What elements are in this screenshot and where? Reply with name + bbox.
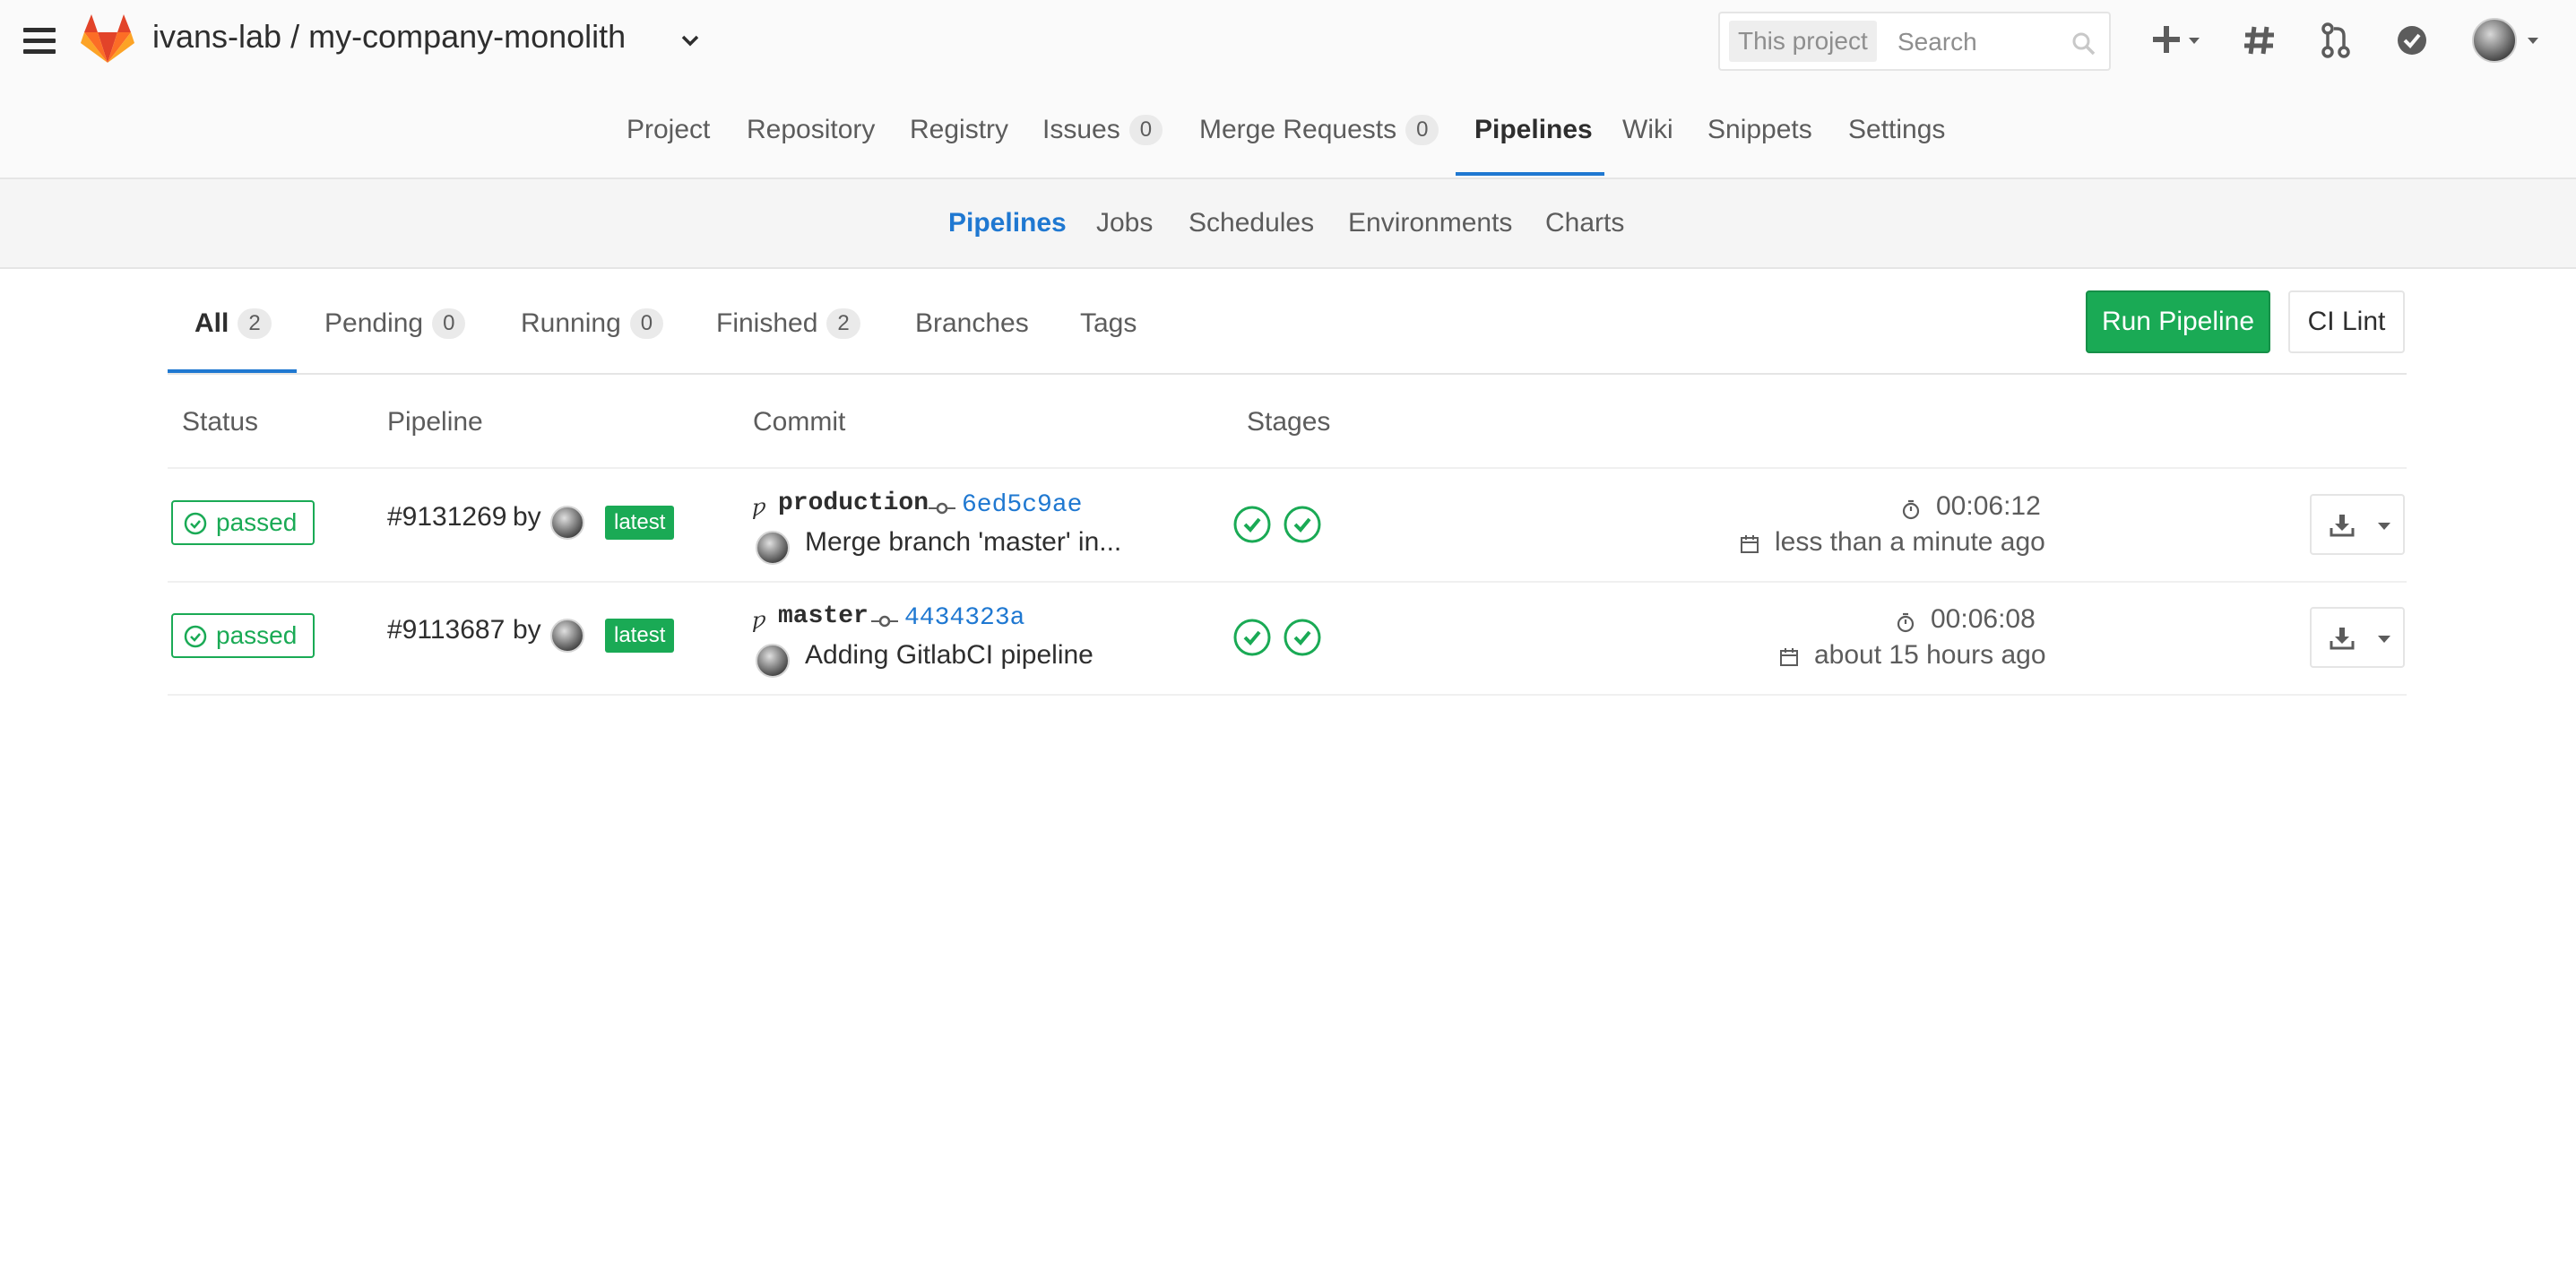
tab-all[interactable]: All 2: [194, 308, 272, 339]
stopwatch-icon: [1902, 499, 1920, 520]
nav-repository[interactable]: Repository: [747, 115, 875, 145]
project-path-title[interactable]: ivans-lab / my-company-monolith: [152, 18, 626, 56]
user-avatar[interactable]: [2472, 18, 2517, 63]
download-artifacts-button[interactable]: [2310, 607, 2405, 668]
chevron-down-icon[interactable]: [2524, 36, 2542, 47]
hash-icon[interactable]: [2242, 18, 2278, 63]
status-label: passed: [216, 508, 298, 536]
active-nav-underline: [1456, 172, 1604, 176]
nav-settings[interactable]: Settings: [1848, 115, 1945, 145]
run-pipeline-button[interactable]: Run Pipeline: [2086, 290, 2270, 353]
download-icon: [2330, 515, 2355, 537]
nav-wiki[interactable]: Wiki: [1622, 115, 1673, 145]
tab-running-count: 0: [629, 308, 664, 339]
pipeline-id-link[interactable]: #9113687: [387, 615, 505, 645]
subnav-schedules[interactable]: Schedules: [1189, 208, 1314, 238]
stage-status-success-icon[interactable]: [1283, 618, 1322, 657]
pipeline-row: passed #9131269 by latest ƿ production 6…: [168, 468, 2407, 583]
nav-issues[interactable]: Issues 0: [1042, 115, 1163, 145]
issues-count-badge: 0: [1128, 115, 1163, 145]
nav-merge-requests[interactable]: Merge Requests 0: [1199, 115, 1439, 145]
commit-icon: [871, 615, 898, 628]
commit-message-link[interactable]: Merge branch 'master' in...: [805, 527, 1121, 558]
pipeline-by-label: by: [513, 615, 541, 645]
active-tab-underline: [168, 369, 297, 373]
branch-icon: ƿ: [752, 495, 766, 520]
search-icon: [2072, 32, 2096, 56]
nav-registry[interactable]: Registry: [910, 115, 1008, 145]
chevron-down-icon: [2378, 636, 2390, 643]
search-box[interactable]: This project: [1718, 12, 2111, 71]
branch-ref-link[interactable]: production: [778, 489, 929, 517]
merge-requests-count-badge: 0: [1405, 115, 1439, 145]
tab-all-count: 2: [238, 308, 272, 339]
column-header-status: Status: [182, 407, 259, 437]
pipeline-finished-time: less than a minute ago: [1775, 527, 2045, 557]
commit-author-avatar[interactable]: [756, 644, 790, 678]
search-scope-chip[interactable]: This project: [1729, 21, 1877, 62]
tab-finished-count: 2: [826, 308, 860, 339]
stage-status-success-icon[interactable]: [1232, 618, 1272, 657]
pipeline-duration: 00:06:08: [1931, 604, 2036, 634]
stage-status-success-icon[interactable]: [1232, 505, 1272, 544]
subnav-charts[interactable]: Charts: [1545, 208, 1624, 238]
status-badge[interactable]: passed: [171, 613, 315, 658]
status-label: passed: [216, 621, 298, 649]
nav-pipelines[interactable]: Pipelines: [1474, 115, 1593, 145]
latest-badge: latest: [605, 506, 675, 540]
branch-icon: ƿ: [752, 608, 766, 633]
tab-pending[interactable]: Pending 0: [324, 308, 466, 339]
hamburger-menu-icon[interactable]: [23, 26, 56, 56]
download-icon: [2330, 628, 2355, 650]
status-badge[interactable]: passed: [171, 500, 315, 545]
todo-check-icon[interactable]: [2394, 18, 2430, 63]
stage-status-success-icon[interactable]: [1283, 505, 1322, 544]
subnav-jobs[interactable]: Jobs: [1096, 208, 1153, 238]
pipeline-duration: 00:06:12: [1936, 491, 2041, 521]
pipelines-sub-nav: Pipelines Jobs Schedules Environments Ch…: [0, 179, 2576, 269]
pipeline-by-label: by: [513, 502, 541, 532]
pipeline-finished-time: about 15 hours ago: [1814, 640, 2046, 670]
latest-badge: latest: [605, 619, 675, 653]
commit-author-avatar[interactable]: [756, 531, 790, 565]
nav-snippets[interactable]: Snippets: [1707, 115, 1812, 145]
search-input[interactable]: [1896, 21, 2061, 64]
subnav-pipelines[interactable]: Pipelines: [948, 208, 1067, 238]
chevron-down-icon: [2378, 523, 2390, 530]
commit-sha-link[interactable]: 6ed5c9ae: [962, 491, 1082, 519]
tab-running[interactable]: Running 0: [521, 308, 664, 339]
status-success-icon: [184, 512, 207, 535]
column-header-pipeline: Pipeline: [387, 407, 483, 437]
tab-finished[interactable]: Finished 2: [716, 308, 860, 339]
plus-icon[interactable]: [2149, 18, 2207, 63]
triggerer-avatar[interactable]: [550, 619, 584, 653]
commit-icon: [929, 502, 955, 515]
tab-tags[interactable]: Tags: [1080, 308, 1137, 339]
tab-branches[interactable]: Branches: [915, 308, 1029, 339]
tab-pending-count: 0: [432, 308, 466, 339]
merge-request-icon[interactable]: [2320, 18, 2352, 63]
triggerer-avatar[interactable]: [550, 506, 584, 540]
calendar-icon: [1741, 535, 1759, 553]
project-main-nav: Project Repository Registry Issues 0 Merg…: [0, 99, 2576, 178]
chevron-down-icon[interactable]: [679, 31, 701, 49]
nav-project[interactable]: Project: [627, 115, 710, 145]
commit-sha-link[interactable]: 4434323a: [904, 604, 1024, 632]
pipeline-row: passed #9113687 by latest ƿ master 44343…: [168, 581, 2407, 696]
pipeline-scope-tabs: All 2 Pending 0 Running 0 Finished 2 Branche…: [168, 269, 2407, 375]
download-artifacts-button[interactable]: [2310, 494, 2405, 555]
subnav-environments[interactable]: Environments: [1348, 208, 1512, 238]
branch-ref-link[interactable]: master: [778, 602, 869, 630]
gitlab-logo[interactable]: [81, 13, 134, 65]
top-header: ivans-lab / my-company-monolith This pro…: [0, 0, 2576, 179]
column-header-stages: Stages: [1247, 407, 1331, 437]
pipeline-id-link[interactable]: #9131269: [387, 502, 506, 533]
ci-lint-button[interactable]: CI Lint: [2288, 290, 2405, 353]
stopwatch-icon: [1897, 612, 1915, 633]
commit-message-link[interactable]: Adding GitlabCI pipeline: [805, 640, 1094, 671]
calendar-icon: [1780, 648, 1798, 666]
column-header-commit: Commit: [753, 407, 846, 437]
status-success-icon: [184, 625, 207, 648]
